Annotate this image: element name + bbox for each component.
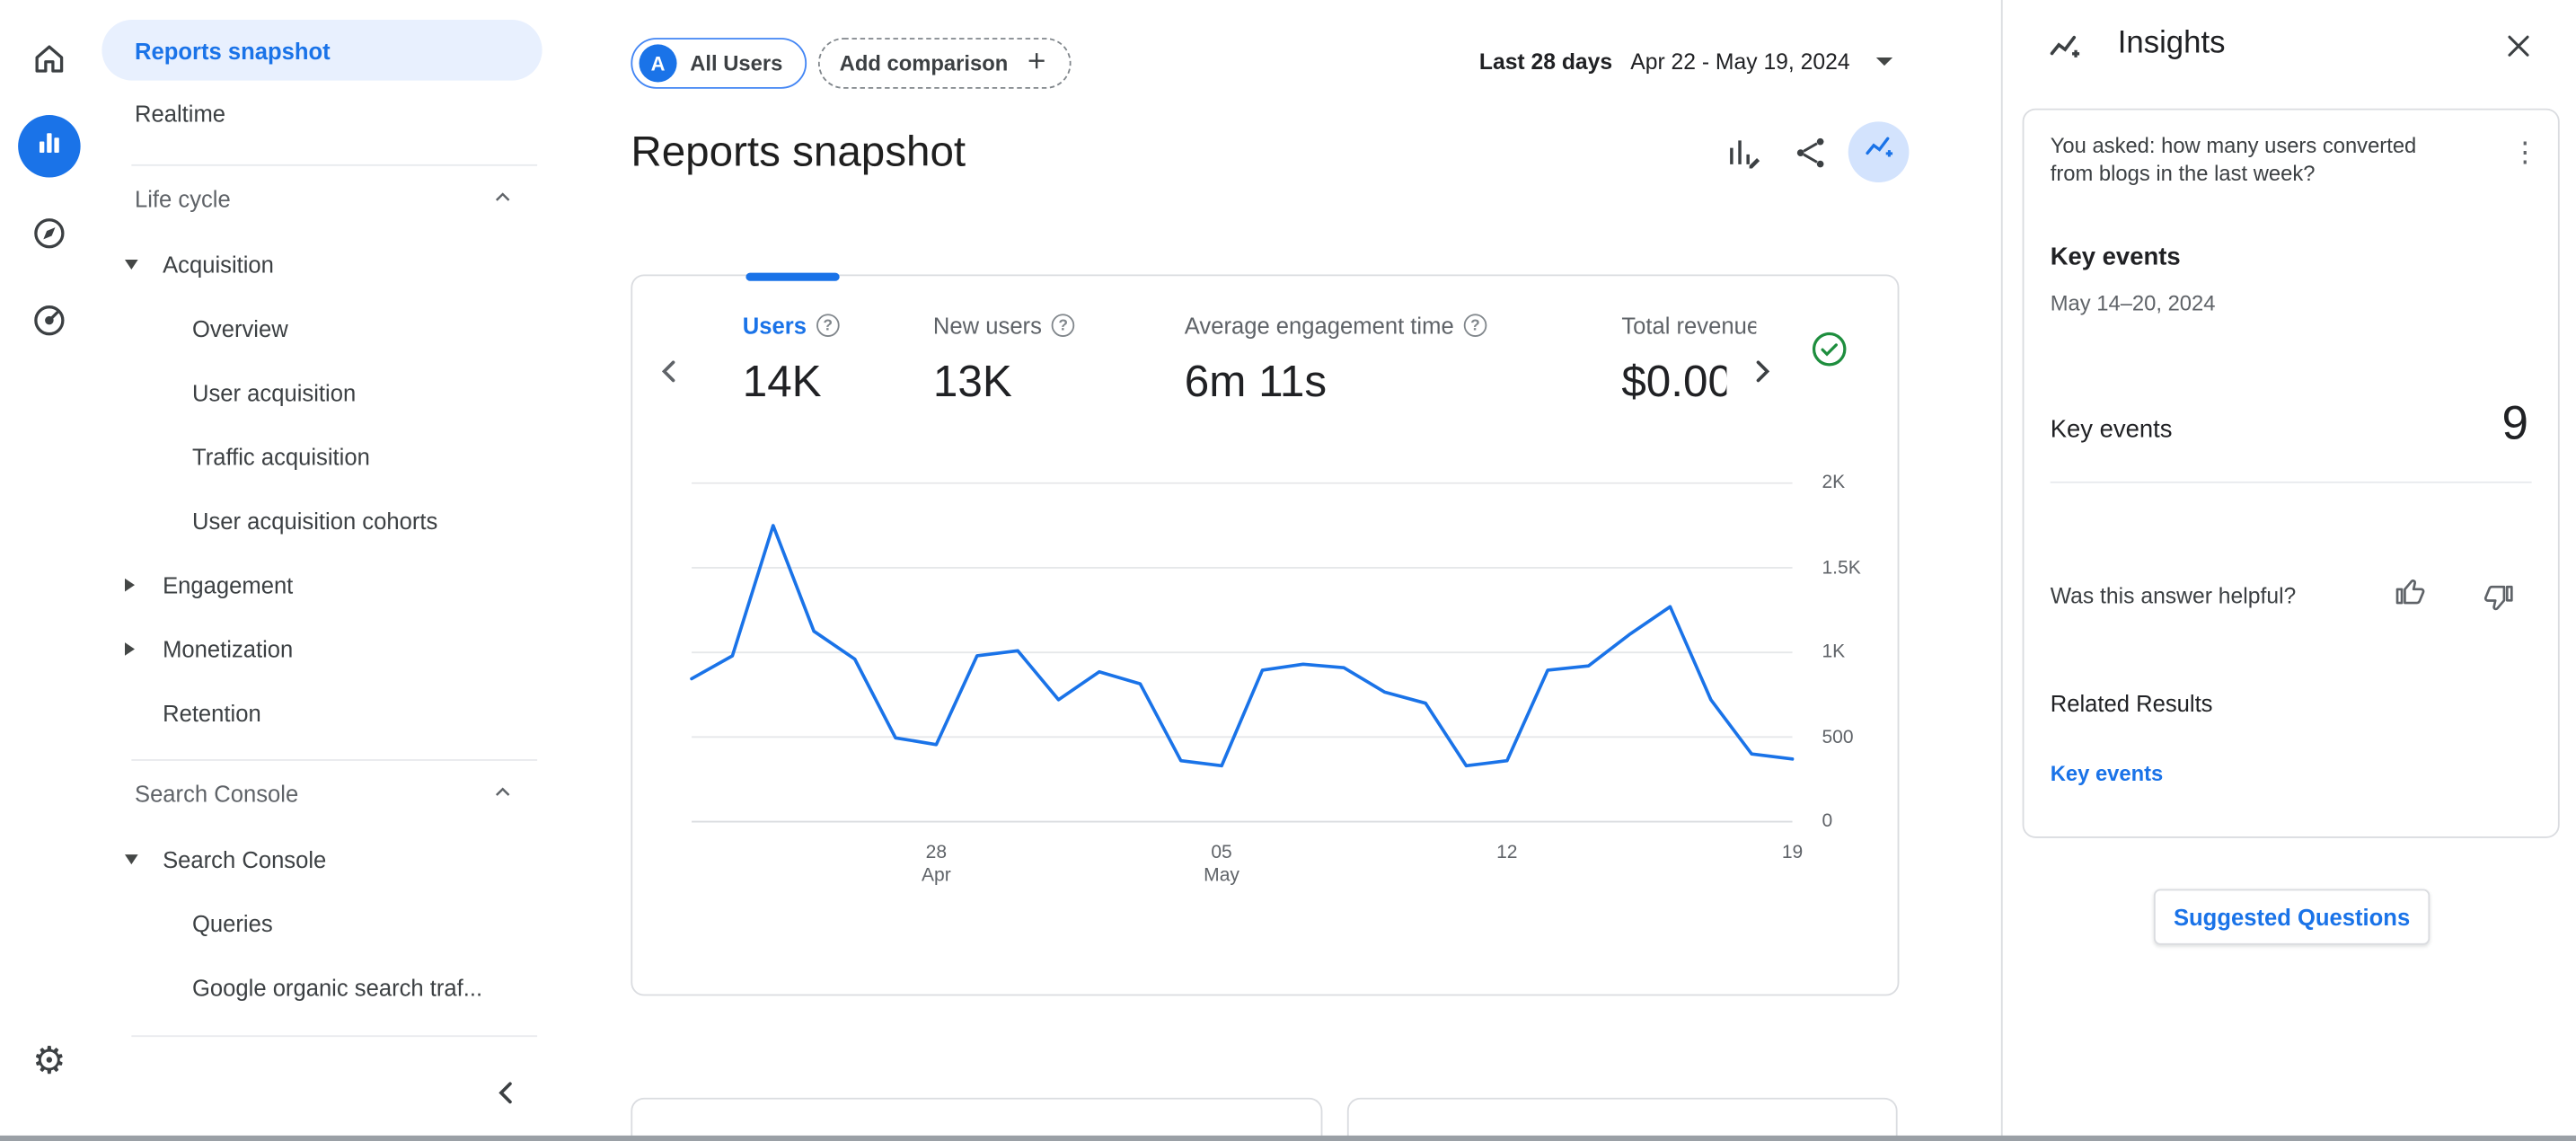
sidebar-item-label: Realtime	[135, 100, 225, 126]
sidebar-item-overview[interactable]: Overview	[99, 296, 584, 359]
chevron-down-icon	[1876, 57, 1892, 66]
sidebar-item-queries[interactable]: Queries	[99, 890, 584, 954]
sidebar-item-label: Search Console	[163, 845, 326, 871]
insight-answer-heading: Key events	[2051, 243, 2181, 271]
insight-answer-card: You asked: how many users converted from…	[2023, 109, 2560, 838]
expand-arrow-icon[interactable]	[125, 854, 163, 863]
suggested-questions-button[interactable]: Suggested Questions	[2154, 889, 2430, 945]
insight-answer-date-range: May 14–20, 2024	[2051, 291, 2216, 315]
divider	[131, 1035, 537, 1037]
x-axis-tick-label: 19	[1760, 841, 1825, 864]
advertising-icon[interactable]	[30, 301, 69, 341]
sidebar-item-monetization[interactable]: Monetization	[99, 616, 584, 680]
plus-icon	[1023, 48, 1049, 79]
sidebar-item-google-organic-search-traffic[interactable]: Google organic search traf...	[99, 955, 584, 1019]
insight-metric-value: 9	[2501, 398, 2528, 452]
close-icon[interactable]	[2501, 28, 2536, 64]
sidebar-section-life-cycle[interactable]: Life cycle	[99, 166, 584, 232]
y-axis-tick-label: 500	[1822, 724, 1853, 750]
x-axis-tick-label: 12	[1474, 841, 1539, 864]
home-icon[interactable]	[30, 40, 69, 79]
sidebar-item-label: Traffic acquisition	[192, 443, 370, 469]
sidebar-item-user-acquisition[interactable]: User acquisition	[99, 360, 584, 424]
thumbs-down-icon[interactable]	[2481, 580, 2517, 616]
segment-chip-label: All Users	[690, 51, 782, 75]
sidebar-item-label: Acquisition	[163, 251, 274, 277]
reports-icon	[31, 124, 67, 168]
page-title: Reports snapshot	[631, 127, 966, 178]
insight-metric-label: Key events	[2051, 416, 2173, 444]
y-axis-tick-label: 2K	[1822, 470, 1845, 496]
sidebar-item-engagement[interactable]: Engagement	[99, 553, 584, 616]
report-nav-sidebar: Reports snapshot Realtime Life cycle Acq…	[99, 0, 584, 1141]
insights-panel-icon	[2045, 28, 2085, 67]
customize-report-icon[interactable]	[1724, 133, 1763, 172]
settings-gear-icon[interactable]: ⚙	[30, 1040, 69, 1080]
all-users-segment-chip[interactable]: A All Users	[631, 38, 807, 89]
thumbs-up-icon[interactable]	[2392, 573, 2428, 609]
sidebar-item-search-console[interactable]: Search Console	[99, 827, 584, 890]
date-range-label: Apr 22 - May 19, 2024	[1630, 49, 1849, 74]
window-bottom-edge	[0, 1135, 2576, 1141]
sidebar-item-reports-snapshot[interactable]: Reports snapshot	[101, 20, 542, 81]
section-label: Life cycle	[135, 186, 231, 212]
sidebar-item-label: Retention	[163, 699, 261, 725]
chevron-up-icon[interactable]	[488, 776, 517, 810]
sidebar-item-user-acquisition-cohorts[interactable]: User acquisition cohorts	[99, 488, 584, 552]
feedback-prompt: Was this answer helpful?	[2051, 583, 2297, 607]
date-preset-label: Last 28 days	[1479, 49, 1612, 74]
users-trend-chart[interactable]	[692, 483, 1792, 822]
add-comparison-button[interactable]: Add comparison	[818, 38, 1071, 89]
insights-icon	[1860, 129, 1896, 173]
sidebar-item-traffic-acquisition[interactable]: Traffic acquisition	[99, 424, 584, 488]
y-axis-tick-label: 1.5K	[1822, 554, 1860, 580]
insight-question: You asked: how many users converted from…	[2051, 131, 2431, 187]
expand-arrow-icon[interactable]	[125, 641, 163, 655]
sidebar-item-acquisition[interactable]: Acquisition	[99, 232, 584, 296]
ga4-reports-snapshot-page: ⚙ Reports snapshot Realtime Life cycle A…	[0, 0, 2576, 1141]
sidebar-item-label: Engagement	[163, 571, 293, 597]
date-range-picker[interactable]: Last 28 days Apr 22 - May 19, 2024	[1479, 49, 1892, 74]
sidebar-item-label: Reports snapshot	[135, 37, 331, 63]
chart-area: 0 500 1K 1.5K 2K 28Apr 05May 12 19	[632, 276, 1897, 994]
insights-panel: Insights You asked: how many users conve…	[2001, 0, 2576, 1141]
y-axis-tick-label: 1K	[1822, 640, 1845, 666]
sidebar-section-search-console[interactable]: Search Console	[99, 761, 584, 827]
expand-arrow-icon[interactable]	[125, 578, 163, 591]
sidebar-item-retention[interactable]: Retention	[99, 680, 584, 744]
chevron-up-icon[interactable]	[488, 181, 517, 216]
sidebar-item-label: User acquisition cohorts	[192, 507, 437, 533]
overflow-menu-icon[interactable]: ⋮	[2507, 135, 2543, 171]
sidebar-item-label: Overview	[192, 314, 288, 341]
sidebar-item-label: User acquisition	[192, 379, 356, 405]
sidebar-item-realtime[interactable]: Realtime	[99, 81, 584, 145]
related-results-label: Related Results	[2051, 690, 2213, 716]
sidebar-item-label: Queries	[192, 909, 273, 935]
insights-panel-title: Insights	[2118, 26, 2226, 62]
section-label: Search Console	[135, 781, 298, 807]
divider	[2051, 482, 2532, 483]
overview-metrics-card: Users? 14K New users? 13K Average engage…	[631, 274, 1899, 995]
x-axis-tick-label: 28Apr	[904, 841, 969, 887]
y-axis-tick-label: 0	[1822, 809, 1832, 835]
sidebar-item-label: Monetization	[163, 635, 293, 661]
main-content: A All Users Add comparison Last 28 days …	[583, 0, 2001, 1141]
nav-rail: ⚙	[0, 0, 99, 1141]
segment-avatar: A	[640, 44, 677, 82]
related-result-link[interactable]: Key events	[2051, 761, 2164, 785]
expand-arrow-icon[interactable]	[125, 259, 163, 269]
add-comparison-label: Add comparison	[840, 51, 1009, 75]
reports-nav-selected[interactable]	[18, 115, 81, 178]
x-axis-tick-label: 05May	[1188, 841, 1254, 887]
insights-toggle-button[interactable]	[1848, 121, 1910, 182]
explore-icon[interactable]	[30, 214, 69, 253]
collapse-sidebar-icon[interactable]	[486, 1072, 525, 1111]
share-icon[interactable]	[1791, 133, 1831, 172]
sidebar-item-label: Google organic search traf...	[192, 974, 482, 1000]
